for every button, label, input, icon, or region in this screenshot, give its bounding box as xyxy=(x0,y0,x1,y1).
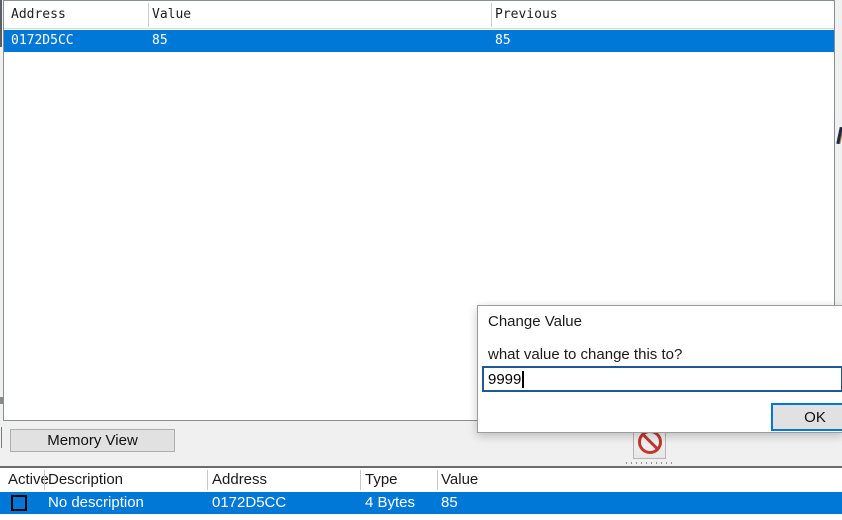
ok-button[interactable]: OK xyxy=(771,403,842,431)
dialog-title: Change Value xyxy=(488,313,582,330)
address-list-panel: Active Description Address Type Value No… xyxy=(0,466,842,520)
splitter-handle[interactable] xyxy=(626,461,674,464)
column-divider xyxy=(207,470,208,490)
active-checkbox[interactable] xyxy=(11,495,27,511)
column-header-address[interactable]: Address xyxy=(11,7,66,22)
column-header-active[interactable]: Active xyxy=(8,471,49,488)
scan-row-address: 0172D5CC xyxy=(11,33,74,48)
address-list-row-selected[interactable]: No description 0172D5CC 4 Bytes 85 xyxy=(0,492,842,514)
scan-row-value: 85 xyxy=(152,33,168,48)
column-header-type[interactable]: Type xyxy=(365,471,398,488)
clipped-text-fragment xyxy=(836,127,842,144)
row-address: 0172D5CC xyxy=(212,494,286,511)
address-list-header: Active Description Address Type Value xyxy=(0,468,842,492)
column-divider xyxy=(360,470,361,490)
memory-view-button[interactable]: Memory View xyxy=(10,429,175,452)
row-type: 4 Bytes xyxy=(365,494,415,511)
column-header-description[interactable]: Description xyxy=(48,471,123,488)
scan-result-row-selected[interactable]: 0172D5CC 85 85 xyxy=(4,30,834,52)
column-divider xyxy=(44,470,45,490)
value-input-text: 9999 xyxy=(488,371,521,388)
window-edge-fragment xyxy=(0,397,3,404)
dialog-prompt-label: what value to change this to? xyxy=(488,346,682,363)
column-divider xyxy=(491,3,492,27)
column-header-value[interactable]: Value xyxy=(441,471,478,488)
cheat-engine-window: Address Value Previous 0172D5CC 85 85 Me… xyxy=(0,0,842,520)
row-value: 85 xyxy=(441,494,458,511)
column-divider xyxy=(437,470,438,490)
window-edge-fragment xyxy=(0,0,2,47)
row-description: No description xyxy=(48,494,144,511)
scan-row-previous: 85 xyxy=(495,33,511,48)
column-header-value[interactable]: Value xyxy=(152,7,191,22)
column-header-previous[interactable]: Previous xyxy=(495,7,558,22)
change-value-dialog: Change Value what value to change this t… xyxy=(477,305,842,433)
window-edge-fragment xyxy=(1,427,2,448)
value-input[interactable]: 9999 xyxy=(482,366,842,392)
scan-results-header: Address Value Previous xyxy=(4,1,834,29)
column-header-address[interactable]: Address xyxy=(212,471,267,488)
prohibition-icon xyxy=(638,430,662,454)
column-divider xyxy=(148,3,149,27)
text-caret xyxy=(522,371,524,388)
